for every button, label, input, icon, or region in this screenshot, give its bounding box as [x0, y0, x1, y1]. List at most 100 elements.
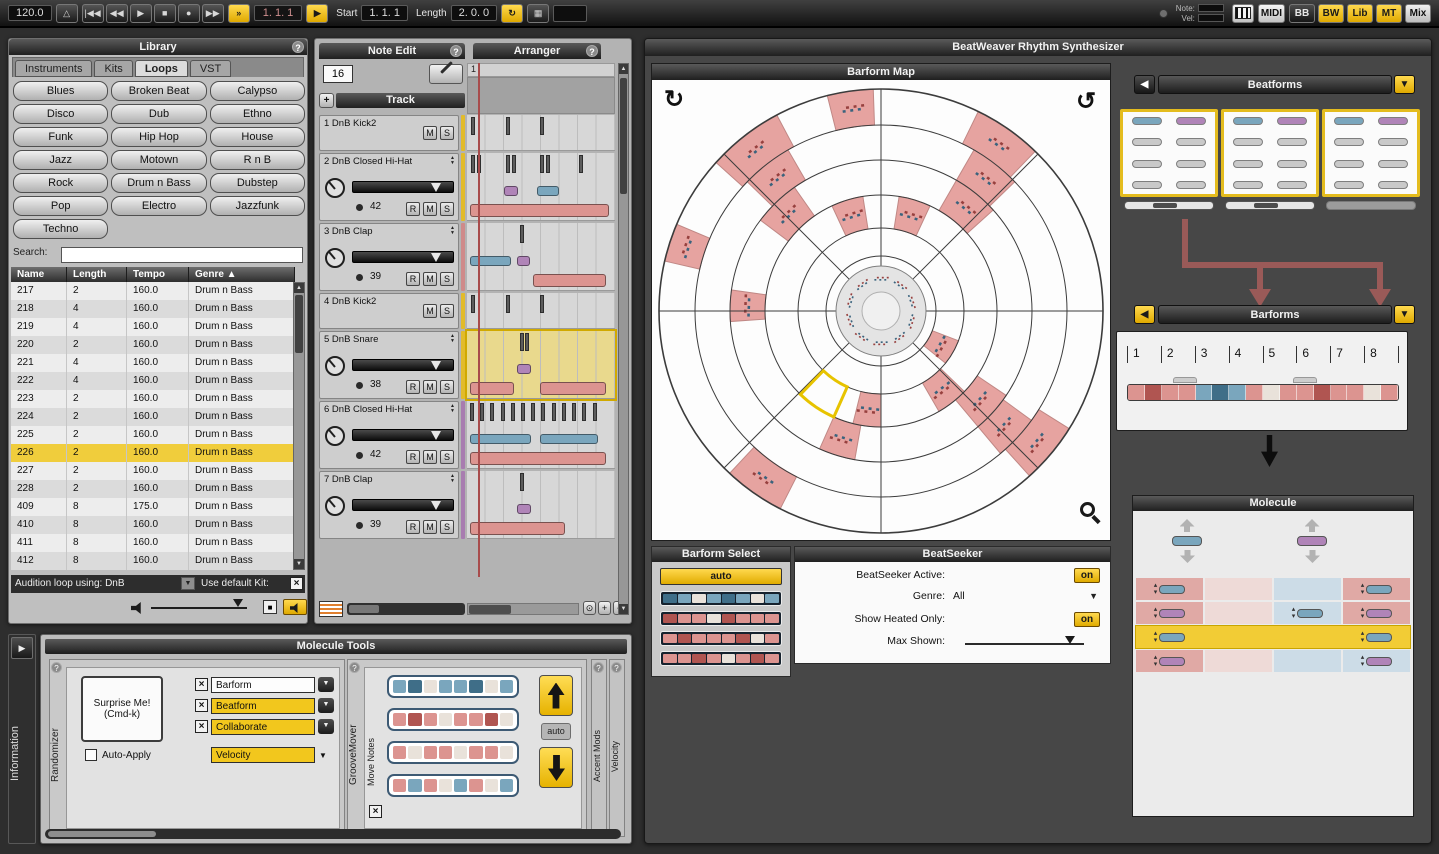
zoom-in-button[interactable]: +	[598, 601, 611, 615]
kit-dropdown-icon[interactable]: ▼	[181, 577, 195, 590]
table-row[interactable]: 2172160.0Drum n Bass	[11, 282, 295, 300]
record-button[interactable]: ●	[178, 4, 200, 23]
column-header-length[interactable]: Length	[67, 267, 127, 282]
genre-button-pop[interactable]: Pop	[13, 196, 108, 216]
pattern-segment[interactable]	[1297, 385, 1314, 400]
selected-map-cell[interactable]	[800, 371, 847, 417]
molecule-pill[interactable]	[1366, 633, 1392, 642]
solo-button[interactable]: S	[440, 272, 454, 286]
arranger-row-7[interactable]	[467, 471, 615, 539]
molecule-cell[interactable]: ▴▾	[1343, 650, 1410, 672]
slider-thumb[interactable]	[431, 431, 441, 440]
goto-button[interactable]: ▶	[306, 4, 328, 23]
table-row[interactable]: 4118160.0Drum n Bass	[11, 534, 295, 552]
table-row[interactable]: 2262160.0Drum n Bass	[11, 444, 295, 462]
molecule-pill[interactable]	[1366, 609, 1392, 618]
molecule-row-4[interactable]: ▴▾ ▴▾	[1136, 650, 1410, 672]
groove-strip-4[interactable]	[387, 774, 519, 797]
pattern-overview-icon[interactable]	[319, 601, 343, 617]
solo-button[interactable]: S	[440, 450, 454, 464]
nudge-arrows-icon[interactable]: ▴▾	[1361, 630, 1365, 644]
genre-value[interactable]: All	[953, 590, 965, 602]
pattern-segment[interactable]	[1196, 385, 1213, 400]
map-cell[interactable]	[665, 224, 710, 269]
mt-view-button[interactable]: MT	[1376, 4, 1402, 23]
table-row[interactable]: 4128160.0Drum n Bass	[11, 552, 295, 570]
genre-button-dub[interactable]: Dub	[111, 104, 206, 124]
pattern-segment[interactable]	[1212, 385, 1229, 400]
beatform-slider[interactable]	[1326, 201, 1416, 210]
field-beatform[interactable]: Beatform	[211, 698, 315, 714]
slider-thumb[interactable]	[431, 183, 441, 192]
solo-button[interactable]: S	[440, 304, 454, 318]
table-row[interactable]: 2202160.0Drum n Bass	[11, 336, 295, 354]
molecule-cell[interactable]	[1205, 626, 1272, 648]
magnifier-icon[interactable]	[1080, 502, 1095, 517]
track-row-6[interactable]: 6 DnB Closed Hi-Hat▲▼42RMS	[319, 401, 459, 469]
arranger-row-5[interactable]	[467, 331, 615, 399]
audition-play-button[interactable]	[283, 599, 307, 615]
pattern-segment[interactable]	[1179, 385, 1196, 400]
track-spinner-icon[interactable]: ▲▼	[450, 156, 455, 166]
help-icon[interactable]: ?	[593, 662, 604, 673]
track-row-5[interactable]: 5 DnB Snare▲▼38RMS	[319, 331, 459, 399]
beatform-thumb-3[interactable]	[1322, 109, 1420, 197]
barform-strip-3[interactable]	[660, 631, 782, 646]
tab-vst[interactable]: VST	[190, 60, 231, 77]
table-scrollbar[interactable]: ▲ ▼	[293, 282, 305, 570]
mute-button[interactable]: M	[423, 520, 437, 534]
genre-button-house[interactable]: House	[210, 127, 305, 147]
position-display[interactable]: 1. 1. 1	[254, 5, 303, 21]
molecule-cell[interactable]: ▴▾	[1136, 650, 1203, 672]
solo-button[interactable]: S	[440, 202, 454, 216]
solo-button[interactable]: S	[440, 126, 454, 140]
play-button[interactable]: ▶	[130, 4, 152, 23]
nudge-arrows-icon[interactable]: ▴▾	[1154, 654, 1158, 668]
mix-view-button[interactable]: Mix	[1405, 4, 1431, 23]
scroll-down-icon[interactable]: ▼	[619, 604, 628, 614]
metronome-button[interactable]: △	[56, 4, 78, 23]
molecule-pill[interactable]	[1159, 657, 1185, 666]
record-arm-button[interactable]: R	[406, 202, 420, 216]
molecule-cell[interactable]	[1274, 626, 1341, 648]
rotate-ccw-icon[interactable]: ↺	[1076, 90, 1096, 114]
molecule-cell[interactable]: ▴▾	[1274, 602, 1341, 624]
genre-button-calypso[interactable]: Calypso	[210, 81, 305, 101]
molecule-pill[interactable]	[1366, 657, 1392, 666]
molecule-pill[interactable]	[1159, 633, 1185, 642]
slider-thumb[interactable]	[431, 253, 441, 262]
genre-button-ethno[interactable]: Ethno	[210, 104, 305, 124]
midi-button[interactable]: MIDI	[1258, 4, 1285, 23]
velocity-rail[interactable]: ? Velocity	[609, 659, 625, 837]
track-row-2[interactable]: 2 DnB Closed Hi-Hat▲▼42RMS	[319, 153, 459, 221]
nudge-arrows-icon[interactable]: ▴▾	[1154, 606, 1158, 620]
selection-tab[interactable]	[1293, 377, 1317, 383]
pan-knob[interactable]	[325, 426, 345, 446]
pattern-segment[interactable]	[1128, 385, 1145, 400]
molecule-cell[interactable]: ▴▾	[1343, 602, 1410, 624]
pattern-segment[interactable]	[1364, 385, 1381, 400]
molecule-row-2[interactable]: ▴▾ ▴▾ ▴▾	[1136, 602, 1410, 624]
nudge-arrows-icon[interactable]: ▴▾	[1292, 606, 1296, 620]
genre-button-hip-hop[interactable]: Hip Hop	[111, 127, 206, 147]
zoom-search-icon[interactable]: ⊙	[583, 601, 596, 615]
molecule-row-3[interactable]: ▴▾ ▴▾	[1136, 626, 1410, 648]
molecule-cell[interactable]	[1205, 650, 1272, 672]
help-icon[interactable]: ?	[51, 662, 62, 673]
map-cell[interactable]	[730, 290, 766, 322]
nudge-arrows-icon[interactable]: ▴▾	[1154, 630, 1158, 644]
track-spinner-icon[interactable]: ▲▼	[450, 404, 455, 414]
mute-button[interactable]: M	[423, 272, 437, 286]
pattern-segment[interactable]	[1162, 385, 1179, 400]
molecule-cell[interactable]: ▴▾	[1343, 626, 1410, 648]
nudge-arrows-icon[interactable]: ▴▾	[1154, 582, 1158, 596]
track-slider[interactable]	[352, 499, 454, 511]
pan-knob[interactable]	[325, 496, 345, 516]
genre-button-jazz[interactable]: Jazz	[13, 150, 108, 170]
mute-button[interactable]: M	[423, 126, 437, 140]
molecule-cell[interactable]: ▴▾	[1136, 626, 1203, 648]
beatform-thumb-1[interactable]	[1120, 109, 1218, 197]
record-arm-button[interactable]: R	[406, 380, 420, 394]
auto-barform-button[interactable]: auto	[660, 568, 782, 585]
help-icon[interactable]: ?	[611, 662, 622, 673]
